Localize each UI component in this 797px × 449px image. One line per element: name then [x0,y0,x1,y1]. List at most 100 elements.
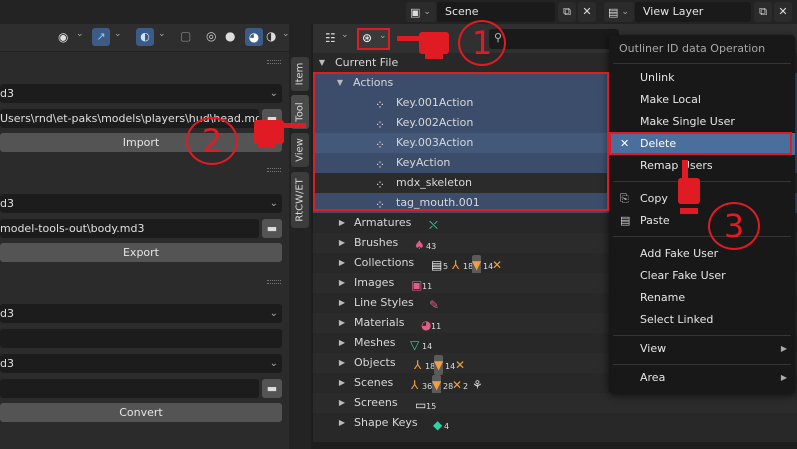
menu-item-label: Select Linked [640,313,714,326]
expand-triangle-icon[interactable]: ▶ [337,353,347,373]
chevron-down-icon: ⌄ [341,30,349,40]
line-style-icon: ✎ [429,298,440,312]
scene-selector[interactable]: ▣ ⌄ [406,2,436,22]
menu-item-select-linked[interactable]: Select Linked [609,309,795,331]
outliner-footer [313,442,797,449]
menu-item-make-local[interactable]: Make Local [609,89,795,111]
paste-icon: ▤ [620,214,631,227]
menu-item-clear-fake-user[interactable]: Clear Fake User [609,265,795,287]
scene-name-field[interactable]: Scene [437,2,555,22]
annotation-step-2: 2 [186,117,238,165]
annotation-step-3: 3 [708,202,760,250]
convert-path-input[interactable] [0,379,259,398]
expand-triangle-icon[interactable]: ▶ [337,253,347,273]
mesh-object-icon: ▼ [434,355,444,375]
expand-triangle-icon[interactable]: ▼ [317,53,327,73]
expand-triangle-icon[interactable]: ▶ [337,413,347,433]
delete-scene-button[interactable]: ✕ [578,2,596,22]
mesh-icon: ▽ [410,338,420,352]
editor-type-icon[interactable]: ☷ [325,31,336,45]
expand-triangle-icon[interactable]: ▶ [337,293,347,313]
expand-triangle-icon[interactable]: ▶ [337,373,347,393]
row-label: Screens [354,396,398,409]
category-row-shape-keys[interactable]: ▶ Shape Keys ◆ 4 [313,413,797,433]
row-label: Meshes [354,336,396,349]
row-label: Current File [335,56,399,69]
pointing-hand-icon [678,160,700,214]
armature-object-icon: ✕ [455,358,466,372]
drag-handle[interactable] [267,280,281,284]
row-label: Scenes [354,376,394,389]
category-row-screens[interactable]: ▶ Screens ▭ 15 [313,393,797,413]
view-layer-selector[interactable]: ▤ ⌄ [604,2,634,22]
pointing-hand-icon [397,32,449,59]
tab-label: Item [294,62,306,86]
new-scene-button[interactable]: ⧉ [558,2,576,22]
row-label: Materials [354,316,405,329]
xray-icon[interactable]: ▢ [180,29,191,43]
expand-triangle-icon[interactable]: ▶ [337,273,347,293]
tab-rtcw-et[interactable]: RtCW/ET [291,172,309,228]
row-label: Brushes [354,236,399,249]
submenu-arrow-icon: ▶ [780,373,787,382]
tab-item[interactable]: Item [291,57,309,91]
expand-triangle-icon[interactable]: ▶ [337,333,347,353]
row-label: Line Styles [354,296,414,309]
search-input[interactable]: ⚲ [489,29,619,49]
browse-convert-button[interactable]: ▬ [262,379,282,398]
chevron-down-icon: ⌄ [269,358,278,369]
chevron-down-icon: ⌄ [269,198,278,209]
convert-input[interactable] [0,329,282,348]
format-value: d3 [0,357,14,370]
body-path-input[interactable]: model-tools-out\body.md3 [0,219,259,238]
visibility-eye-icon[interactable]: ◉ [58,30,68,44]
gizmo-icon[interactable]: ↗ [92,28,110,46]
material-shading-icon[interactable]: ◕ [245,28,263,46]
format-select[interactable]: d3 ⌄ [0,84,282,103]
menu-item-add-fake-user[interactable]: Add Fake User [609,243,795,265]
view-layer-icon: ▤ [608,5,619,19]
delete-view-layer-button[interactable]: ✕ [774,2,792,22]
menu-item-label: Copy [640,192,668,205]
chevron-down-icon: ⌄ [621,7,629,17]
format-value: d3 [0,87,14,100]
menu-item-area[interactable]: Area ▶ [609,367,795,389]
wireframe-shading-icon[interactable]: ◎ [206,29,216,43]
new-view-layer-button[interactable]: ⧉ [754,2,772,22]
rendered-shading-icon[interactable]: ◑ [266,29,276,43]
drag-handle[interactable] [267,168,281,172]
menu-item-rename[interactable]: Rename [609,287,795,309]
menu-item-label: Add Fake User [640,247,719,260]
expand-triangle-icon[interactable]: ▶ [337,393,347,413]
format-value: d3 [0,197,14,210]
annotation-box-display-mode [357,28,390,50]
top-bar: ▣ ⌄ Scene ⧉ ✕ ▤ ⌄ View Layer ⧉ ✕ [0,0,797,24]
menu-item-unlink[interactable]: Unlink [609,67,795,89]
scene-icon: ▣ [410,5,421,19]
overlay-icon[interactable]: ◐ [136,28,154,46]
chevron-down-icon: ⌄ [158,29,166,39]
export-button[interactable]: Export [0,243,282,262]
annotation-step-1: 1 [458,20,506,66]
annotation-box-actions [313,72,609,211]
convert-button[interactable]: Convert [0,403,282,422]
folder-icon: ▬ [266,382,278,395]
browse-body-button[interactable]: ▬ [262,219,282,238]
menu-item-label: Make Local [640,93,701,106]
menu-item-view[interactable]: View ▶ [609,338,795,360]
format-select-4[interactable]: d3 ⌄ [0,354,282,373]
expand-triangle-icon[interactable]: ▶ [337,233,347,253]
view-layer-name-field[interactable]: View Layer [635,2,751,22]
format-select-3[interactable]: d3 ⌄ [0,304,282,323]
menu-item-make-single-user[interactable]: Make Single User [609,111,795,133]
close-icon: ✕ [582,5,592,18]
format-select-2[interactable]: d3 ⌄ [0,194,282,213]
image-icon: ▣ [411,278,423,292]
expand-triangle-icon[interactable]: ▶ [337,213,347,233]
menu-item-label: Area [640,371,666,384]
solid-shading-icon[interactable]: ● [225,29,235,43]
import-button[interactable]: Import [0,133,282,152]
drag-handle[interactable] [267,60,281,64]
expand-triangle-icon[interactable]: ▶ [337,313,347,333]
sidebar-panel: ◉ ⌄ ↗ ⌄ ◐ ⌄ ▢ ◎ ● ◕ ◑ ⌄ d3 ⌄ Users\rnd\e… [0,24,289,449]
